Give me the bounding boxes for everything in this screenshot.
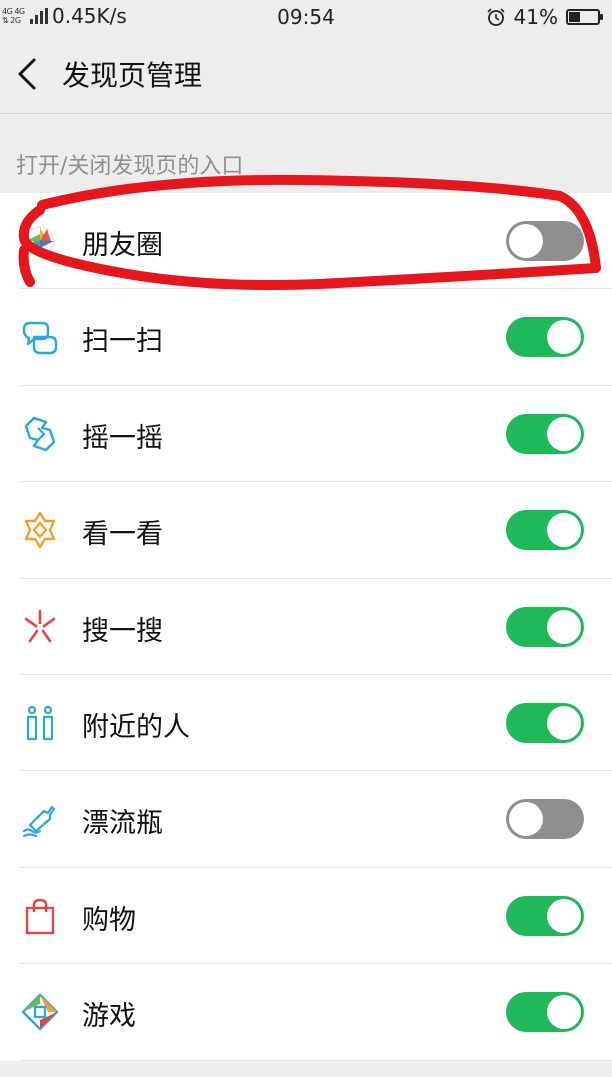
list-item-search: 搜一搜: [0, 579, 612, 675]
toggle-knob: [547, 898, 581, 933]
list-item-label: 漂流瓶: [82, 808, 163, 840]
list-item-label: 扫一扫: [82, 326, 163, 358]
status-right: 41%: [486, 5, 603, 29]
page-title: 发现页管理: [62, 59, 203, 92]
list-item-games: 游戏: [0, 964, 612, 1061]
divider: [20, 1059, 612, 1061]
list-item-moments: 朋友圈: [0, 193, 612, 290]
shopping-bag-icon: [25, 898, 55, 934]
toggle-switch[interactable]: [506, 799, 584, 840]
section-header: 打开/关闭发现页的入口: [16, 154, 244, 179]
battery-percent: 41%: [513, 5, 558, 29]
people-nearby-icon: [26, 705, 54, 741]
drift-bottle-icon: [22, 806, 56, 838]
toggle-knob: [509, 224, 543, 258]
status-bar: 4G 4G ⇅ 2G 0.45K/s 09:54 41%: [0, 0, 612, 34]
list-item-label: 附近的人: [82, 711, 190, 743]
battery-level-fill: [569, 12, 581, 22]
toggle-switch[interactable]: [506, 510, 584, 551]
battery-icon: [566, 9, 603, 25]
moments-icon: [25, 226, 55, 256]
toggle-switch[interactable]: [506, 221, 584, 261]
list-item-label: 摇一摇: [82, 422, 163, 454]
toggle-switch[interactable]: [506, 992, 584, 1033]
chevron-left-icon: [18, 58, 36, 90]
toggle-switch[interactable]: [506, 702, 584, 743]
list-item-shake: 摇一摇: [0, 386, 612, 483]
toggle-knob: [547, 320, 581, 355]
list-item-top-stories: 看一看: [0, 482, 612, 579]
list-item-label: 朋友圈: [82, 230, 163, 261]
list-item-label: 看一看: [82, 519, 163, 551]
games-icon: [21, 993, 59, 1031]
list-item-scan: 扫一扫: [0, 289, 612, 386]
settings-list: 朋友圈 扫一扫 摇一摇 看一看 搜一搜 附近的人 漂流瓶 购物 游戏: [0, 193, 612, 1061]
top-stories-icon: [24, 511, 56, 549]
back-button[interactable]: [10, 52, 44, 96]
search-icon: [24, 609, 56, 642]
toggle-knob: [547, 416, 581, 451]
toggle-knob: [547, 705, 581, 740]
list-item-label: 购物: [82, 904, 136, 936]
toggle-knob: [547, 609, 581, 644]
toggle-switch[interactable]: [506, 317, 584, 358]
list-item-drift-bottle: 漂流瓶: [0, 771, 612, 868]
list-item-label: 搜一搜: [82, 615, 163, 647]
shake-icon: [24, 416, 56, 451]
toggle-switch[interactable]: [506, 606, 584, 647]
list-item-people-nearby: 附近的人: [0, 675, 612, 772]
toggle-switch[interactable]: [506, 413, 584, 454]
scan-icon: [22, 322, 58, 355]
list-item-shopping: 购物: [0, 868, 612, 965]
list-item-label: 游戏: [82, 1001, 136, 1033]
toggle-knob: [547, 513, 581, 548]
toggle-knob: [509, 802, 543, 837]
toggle-switch[interactable]: [506, 895, 584, 936]
navigation-bar: 发现页管理: [0, 34, 612, 114]
toggle-knob: [547, 995, 581, 1030]
alarm-clock-icon: [486, 8, 505, 26]
